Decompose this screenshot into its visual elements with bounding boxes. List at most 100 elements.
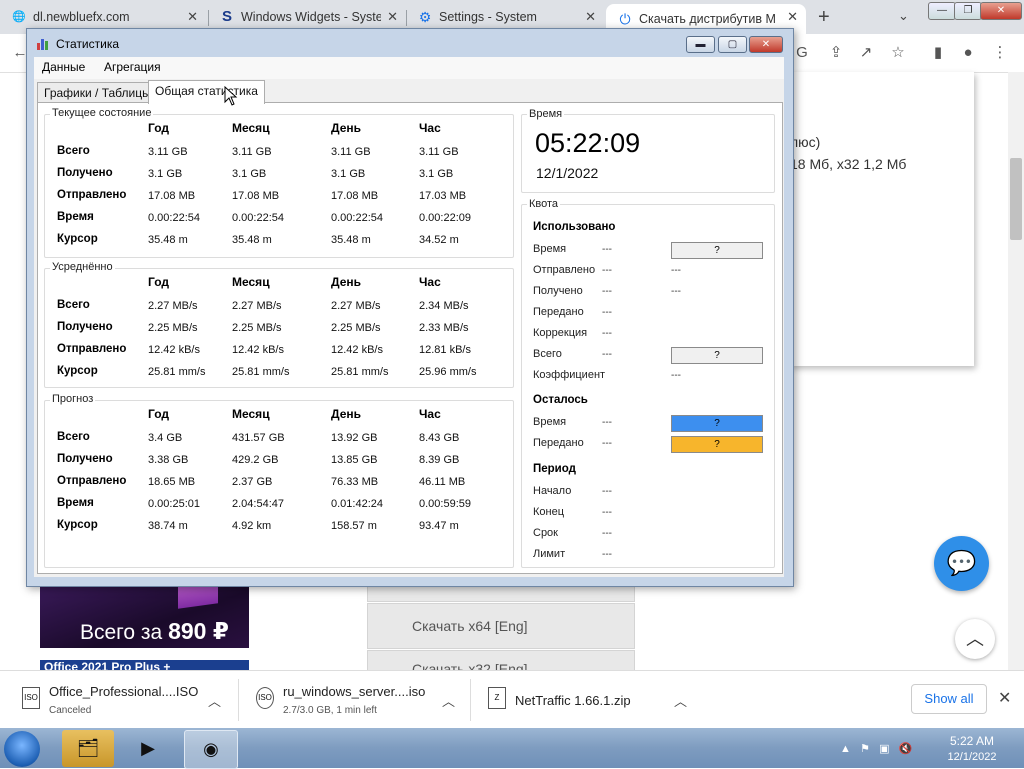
download-item-2[interactable]: ISO ru_windows_server....iso 2.7/3.0 GB,… [256,671,466,729]
stat-value: 2.04:54:47 [232,498,284,510]
quota-value: --- [602,265,612,276]
quota-value: --- [602,328,612,339]
card-text-line-2: 18 Мб, x32 1,2 Мб [790,156,907,172]
stat-value: 3.11 GB [419,146,459,158]
menu-aggregation[interactable]: Агрегация [104,60,161,74]
quota-left-title: Осталось [533,394,588,406]
start-button[interactable] [4,731,40,767]
close-window-button[interactable]: ✕ [980,2,1022,20]
chrome-taskbar-icon[interactable]: ◉ [184,730,238,769]
quota-label: Передано [533,437,584,449]
stat-value: 35.48 m [331,234,371,246]
current-date-display: 12/1/2022 [536,165,599,181]
stat-value: 0.01:42:24 [331,498,383,510]
stat-value: 35.48 m [232,234,272,246]
app-maximize-button[interactable]: ▢ [718,36,747,53]
chevron-up-icon[interactable]: ︿ [208,691,221,710]
send-icon[interactable]: ↗ [856,43,876,63]
window-title: Статистика [56,37,120,51]
stat-value: 12.42 kB/s [232,344,284,356]
file-explorer-taskbar-icon[interactable]: 🗂 [62,730,114,767]
new-tab-button[interactable]: + [818,6,830,29]
quota-label: Конец [533,506,565,518]
quota-progress-bar: ? [671,436,763,453]
page-info-card: люс) 18 Мб, x32 1,2 Мб [790,72,974,366]
browser-tab-1[interactable]: 🌐 dl.newbluefx.com ✕ [0,4,206,30]
stat-value: 18.65 MB [148,476,196,488]
stat-value: 2.33 MB/s [419,322,469,334]
col-header-day: День [331,275,361,289]
share-icon[interactable]: ⇪ [826,43,846,63]
menu-data[interactable]: Данные [42,60,85,74]
stat-value: 3.4 GB [148,432,183,444]
quota-value: --- [602,507,612,518]
stat-value: 34.52 m [419,234,459,246]
quota-label: Отправлено [533,264,596,276]
stat-value: 76.33 MB [331,476,379,488]
stat-value: 25.96 mm/s [419,366,477,378]
stat-value: 0.00:25:01 [148,498,200,510]
bookmark-star-icon[interactable]: ☆ [888,43,908,63]
stat-value: 17.03 MB [419,190,467,202]
tab-close-icon[interactable]: ✕ [787,9,798,25]
restore-window-button[interactable]: ❐ [954,2,982,20]
app-close-button[interactable]: ✕ [749,36,783,53]
quota-value: --- [602,417,612,428]
tab-general-statistics[interactable]: Общая статистика [148,80,265,104]
quota-progress-bar: ? [671,415,763,432]
quota-label: Лимит [533,548,566,560]
download-x64-button[interactable]: Скачать x64 [Eng] [367,603,635,649]
browser-tab-3[interactable]: ⚙ Settings - System ✕ [406,4,604,30]
quota-label: Передано [533,306,584,318]
tab-search-button[interactable]: ⌄ [898,8,909,24]
browser-menu-icon[interactable]: ⋮ [990,43,1010,63]
power-icon: ⏻ [619,11,631,27]
row-label: Отправлено [57,475,127,487]
system-tray-icons[interactable]: ▲ ⚑ ▣ 🔇 [840,742,912,755]
close-downloads-bar-icon[interactable]: ✕ [998,688,1011,708]
gear-icon: ⚙ [418,9,432,25]
quota-progress-bar: ? [671,347,763,364]
group-current-state-title: Текущее состояние [50,107,154,119]
download-item-1[interactable]: ISO Office_Professional....ISO Canceled … [22,671,232,729]
quota-value: --- [602,528,612,539]
download-item-3[interactable]: Z NetTraffic 1.66.1.zip ︿ [488,671,698,729]
stat-value: 93.47 m [419,520,459,532]
stat-value: 3.1 GB [419,168,454,180]
row-label: Курсор [57,233,98,245]
tab-charts-tables[interactable]: Графики / Таблицы [37,82,158,103]
stat-value: 429.2 GB [232,454,279,466]
side-panel-icon[interactable]: ▮ [928,43,948,63]
page-scrollbar-thumb[interactable] [1010,158,1022,240]
quota-label: Срок [533,527,558,539]
scroll-to-top-button[interactable]: ︿ [955,619,995,659]
stat-value: 35.48 m [148,234,188,246]
translate-icon[interactable]: G [792,43,812,63]
media-player-taskbar-icon[interactable]: ▶ [122,730,174,767]
tab-close-icon[interactable]: ✕ [585,9,596,25]
row-label: Курсор [57,519,98,531]
tab-close-icon[interactable]: ✕ [187,9,198,25]
promo-banner[interactable]: Всего за 890 ₽ [40,581,249,648]
stat-value: 2.34 MB/s [419,300,469,312]
group-average-title: Усреднённо [50,261,115,273]
stat-value: 2.27 MB/s [232,300,282,312]
show-all-downloads-button[interactable]: Show all [911,684,987,714]
taskbar-clock[interactable]: 5:22 AM 12/1/2022 [930,733,1014,765]
chevron-up-icon[interactable]: ︿ [442,691,455,710]
minimize-window-button[interactable]: — [928,2,956,20]
col-header-day: День [331,407,361,421]
chevron-up-icon[interactable]: ︿ [674,691,687,710]
downloads-bar: ISO Office_Professional....ISO Canceled … [0,670,1024,729]
chat-bubble-button[interactable]: 💬 [934,536,989,591]
group-forecast-title: Прогноз [50,393,96,405]
tab-close-icon[interactable]: ✕ [387,9,398,25]
profile-avatar-icon[interactable]: ● [958,43,978,63]
stat-value: 2.37 GB [232,476,273,488]
banner-price: 890 ₽ [168,618,229,644]
browser-tab-2[interactable]: S Windows Widgets - Syste ✕ [208,4,406,30]
download-x32-button[interactable]: Скачать x32 [Eng] [367,650,635,672]
col-header-year: Год [148,407,169,421]
row-label: Время [57,211,94,223]
app-minimize-button[interactable]: ▬ [686,36,715,53]
